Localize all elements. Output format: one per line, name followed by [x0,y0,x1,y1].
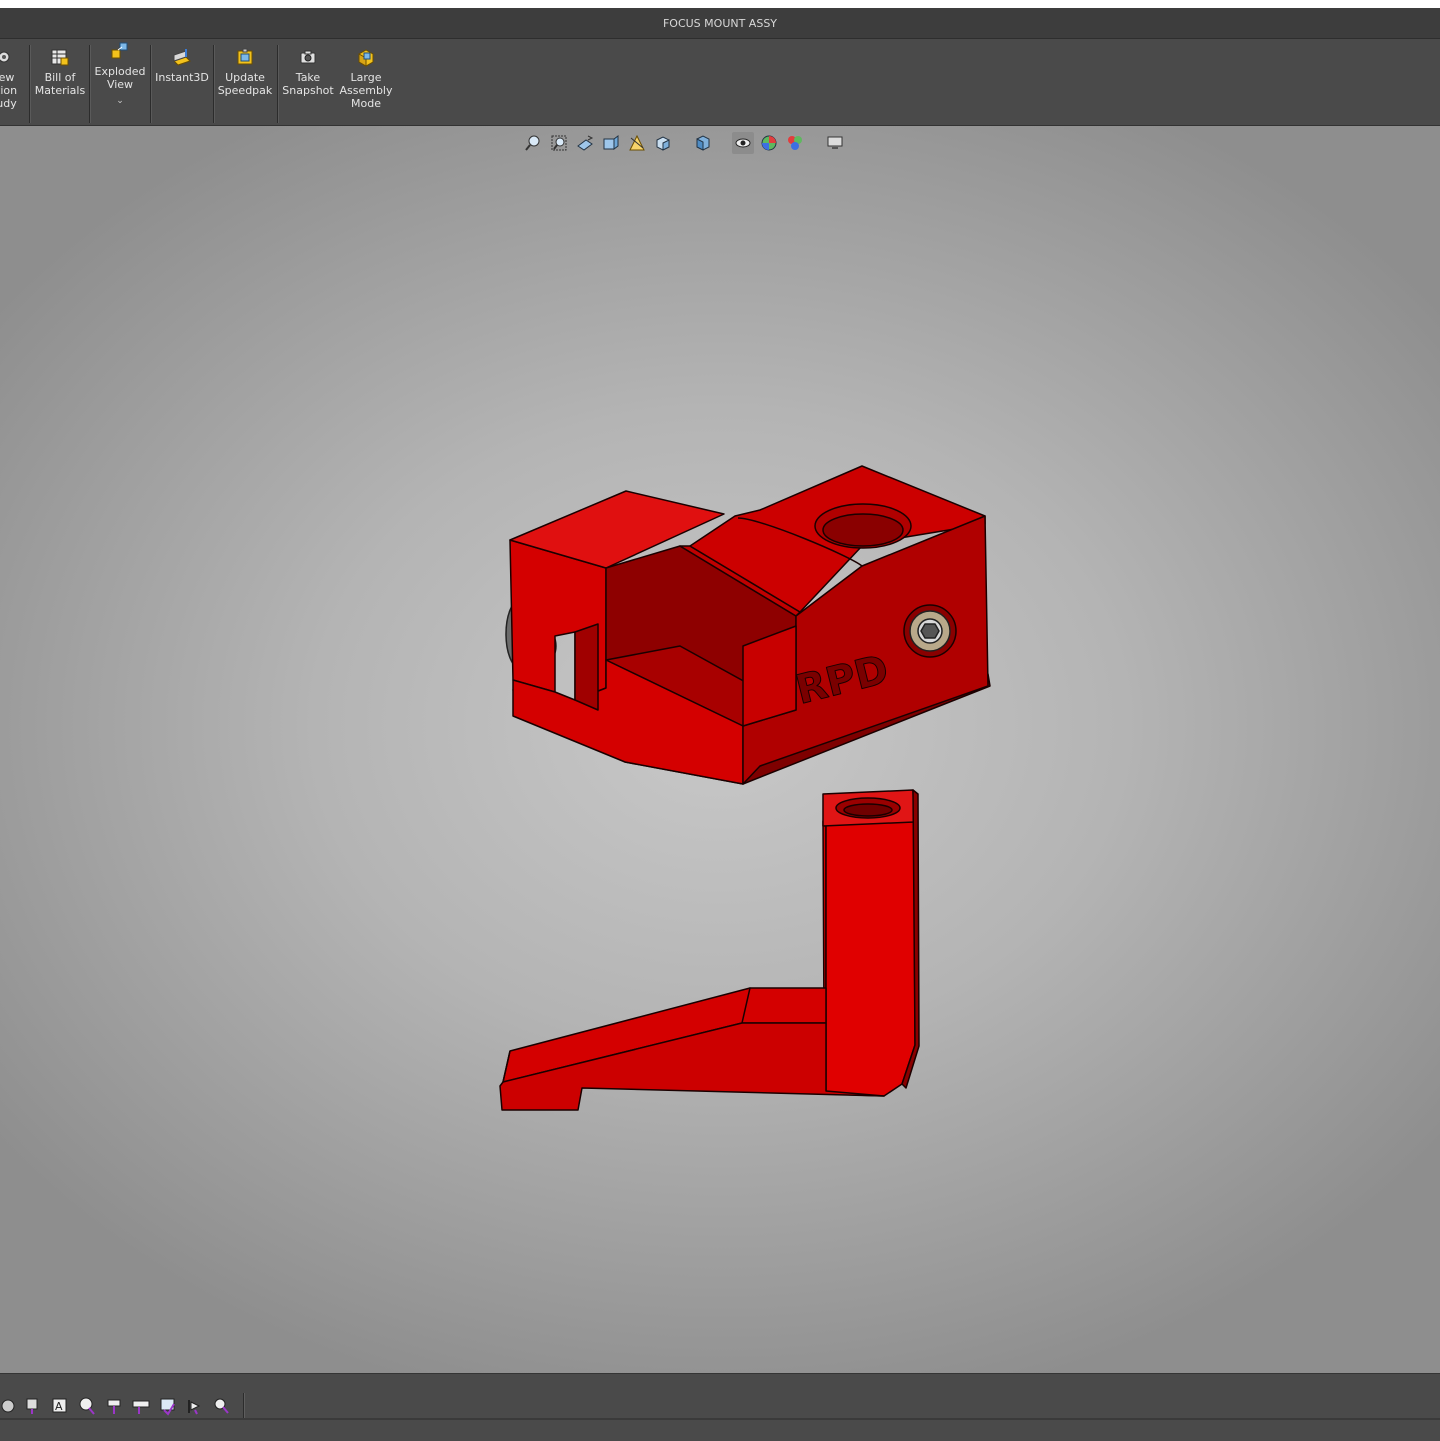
graphics-area[interactable]: RPD [0,126,1440,1373]
datum-feature-icon[interactable] [102,1394,126,1418]
surface-finish-icon[interactable] [156,1394,180,1418]
ribbon-separator [213,45,215,123]
command-manager-ribbon: ew tion udy Bill of Materials Exploded V… [0,39,1440,126]
update-speedpak-button[interactable]: Update Speedpak [217,47,273,119]
exploded-view-label: Exploded View [94,65,146,91]
weld-symbol-icon[interactable] [183,1394,207,1418]
balloon-icon[interactable] [75,1394,99,1418]
focus-mount-arm[interactable] [499,789,920,1111]
exploded-view-icon [111,42,128,59]
new-motion-study-button[interactable]: ew tion udy [0,47,24,119]
instant3d-icon [173,49,191,66]
svg-text:A: A [55,1400,63,1413]
focus-mount-body[interactable]: RPD [505,465,991,785]
camera-icon [300,50,316,64]
instant3d-button[interactable]: Instant3D [154,47,210,119]
bill-of-materials-label: Bill of Materials [34,71,86,97]
bottom-toolbar: A [0,1373,1440,1441]
toolbar-separator [243,1393,245,1419]
ribbon-separator [277,45,279,123]
instant3d-label: Instant3D [155,71,209,84]
window-top-border [0,0,1440,8]
exploded-view-button[interactable]: Exploded View ⌄ [92,41,148,113]
smart-dimension-icon[interactable] [0,1394,18,1418]
socket-head-bolt [903,604,957,658]
mate-icon[interactable] [21,1394,45,1418]
bill-of-materials-icon [51,49,69,66]
large-assembly-mode-button[interactable]: Large Assembly Mode [339,47,393,119]
ribbon-separator [89,45,91,123]
large-assembly-icon [358,49,374,67]
annotation-toolbar: A [0,1392,245,1420]
hole-callout-icon[interactable] [210,1394,234,1418]
large-assembly-mode-label: Large Assembly Mode [339,71,393,110]
bill-of-materials-button[interactable]: Bill of Materials [33,47,87,119]
exploded-view-dropdown-caret[interactable]: ⌄ [116,95,124,108]
take-snapshot-button[interactable]: Take Snapshot [281,47,335,119]
take-snapshot-label: Take Snapshot [282,71,334,97]
window-title-bar: FOCUS MOUNT ASSY [0,8,1440,39]
ribbon-separator [29,45,31,123]
ribbon-separator [150,45,152,123]
document-title: FOCUS MOUNT ASSY [662,16,778,30]
speedpak-icon [237,48,253,65]
new-motion-study-label: ew tion udy [0,71,18,110]
geometric-tolerance-icon[interactable] [129,1394,153,1418]
assembly-model[interactable]: RPD [0,126,1440,1373]
note-icon[interactable]: A [48,1394,72,1418]
window-bottom-border [0,1418,1440,1420]
motion-study-icon [0,51,10,63]
update-speedpak-label: Update Speedpak [217,71,273,97]
